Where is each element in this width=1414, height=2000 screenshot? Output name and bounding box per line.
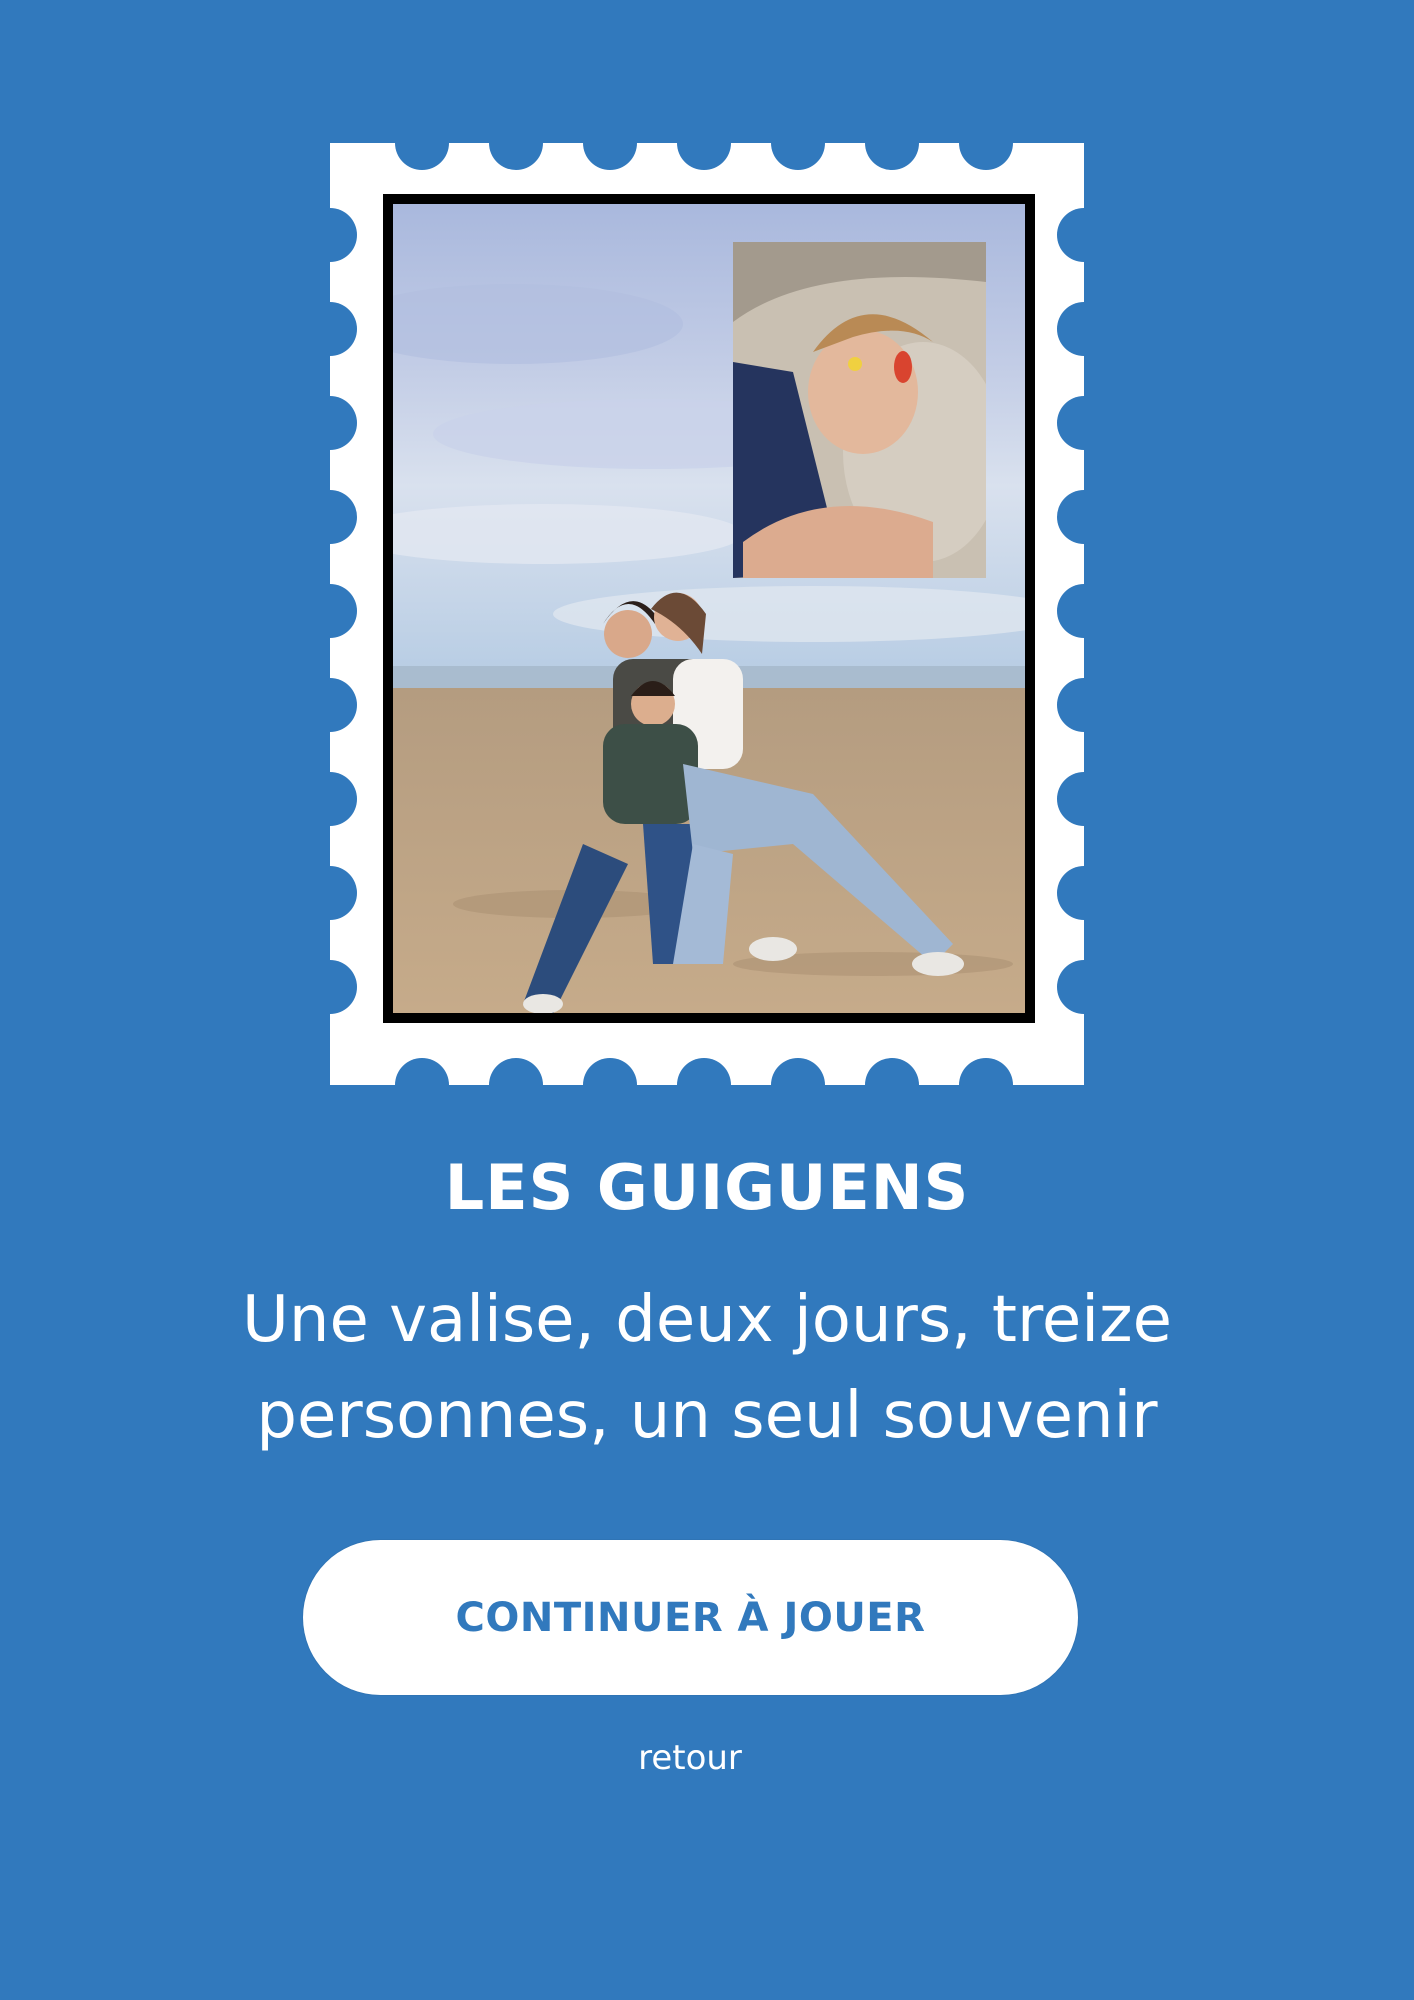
inset-photo bbox=[733, 242, 986, 578]
sleeping-person-photo bbox=[733, 242, 986, 578]
postage-stamp bbox=[330, 143, 1084, 1085]
continue-playing-button[interactable]: CONTINUER À JOUER bbox=[303, 1540, 1078, 1695]
stamp-photo bbox=[383, 194, 1035, 1023]
continue-playing-label: CONTINUER À JOUER bbox=[455, 1594, 926, 1641]
back-link[interactable]: retour bbox=[0, 1738, 1380, 1778]
tagline: Une valise, deux jours, treize personnes… bbox=[242, 1283, 1172, 1453]
page-title: LES GUIGUENS bbox=[444, 1151, 970, 1224]
